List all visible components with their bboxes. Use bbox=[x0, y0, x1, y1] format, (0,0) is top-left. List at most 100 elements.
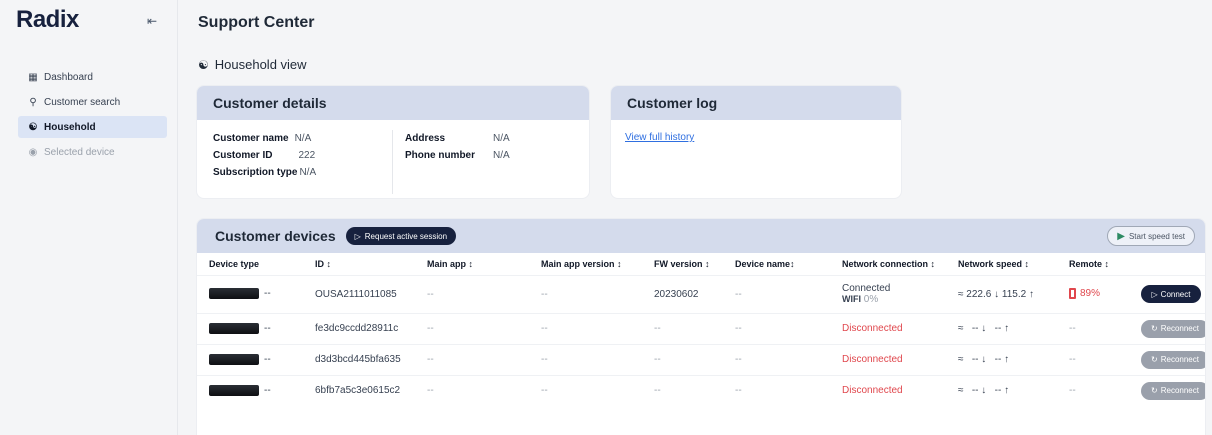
arrow-down-icon: ↓ bbox=[978, 385, 992, 397]
wifi-icon: ≈ bbox=[958, 385, 964, 397]
col-main-app[interactable]: Main app ↕ bbox=[415, 253, 529, 275]
sidebar-item-label: Customer search bbox=[44, 96, 121, 108]
network-connection-cell: Connected WIFI 0% bbox=[830, 274, 946, 313]
main-app-version-cell: -- bbox=[529, 312, 642, 344]
fw-version-cell: -- bbox=[642, 374, 723, 406]
phone-label: Phone number bbox=[405, 150, 476, 161]
main-content: Support Center ☯ Household view Customer… bbox=[178, 0, 1212, 435]
download-speed: -- bbox=[971, 323, 979, 334]
reconnect-label: Reconnect bbox=[1160, 386, 1199, 396]
customer-log-title: Customer log bbox=[611, 86, 901, 120]
request-active-session-button[interactable]: ▷ Request active session bbox=[345, 227, 457, 245]
main-app-version-cell: -- bbox=[529, 343, 642, 375]
wifi-icon: ≈ bbox=[958, 288, 964, 300]
address-row: Address N/A bbox=[405, 130, 510, 147]
device-icon: ◉ bbox=[28, 146, 38, 158]
start-speed-test-button[interactable]: ▶ Start speed test bbox=[1107, 226, 1195, 246]
col-network-speed[interactable]: Network speed ↕ bbox=[946, 253, 1057, 275]
refresh-icon: ↻ bbox=[1151, 355, 1158, 364]
set-top-box-image bbox=[209, 353, 259, 365]
col-device-name[interactable]: Device name↕ bbox=[723, 253, 830, 275]
main-app-version-cell: -- bbox=[529, 374, 642, 406]
network-speed-cell: ≈ -- ↓ -- ↑ bbox=[946, 312, 1057, 344]
customer-devices-title: Customer devices bbox=[215, 228, 336, 244]
device-name-cell: -- bbox=[723, 343, 830, 375]
play-icon: ▷ bbox=[354, 231, 361, 241]
radix-logo[interactable]: Radix bbox=[16, 6, 79, 34]
devices-table: Device type ID ↕ Main app ↕ Main app ver… bbox=[197, 253, 1205, 406]
network-speed-cell: ≈ -- ↓ -- ↑ bbox=[946, 374, 1057, 406]
col-id[interactable]: ID ↕ bbox=[303, 253, 415, 275]
table-row: -- OUSA2111011085 -- -- 20230602 -- Conn… bbox=[197, 274, 1205, 313]
page-title: Support Center bbox=[198, 14, 315, 31]
sidebar-item-label: Dashboard bbox=[44, 71, 93, 83]
refresh-icon: ↻ bbox=[1151, 324, 1158, 333]
view-full-history-link[interactable]: View full history bbox=[625, 132, 694, 143]
remote-cell: -- bbox=[1057, 374, 1129, 406]
fw-version-cell: 20230602 bbox=[642, 274, 723, 313]
device-id-cell: d3d3bcd445bfa635 bbox=[303, 343, 415, 375]
sidebar-nav: ▦ Dashboard ⚲ Customer search ☯ Househol… bbox=[18, 66, 167, 166]
col-fw-version[interactable]: FW version ↕ bbox=[642, 253, 723, 275]
download-speed: -- bbox=[971, 385, 979, 397]
arrow-up-icon: ↑ bbox=[1026, 288, 1034, 300]
reconnect-button[interactable]: ↻ Reconnect bbox=[1141, 319, 1205, 338]
device-type-cell: -- bbox=[197, 274, 303, 313]
col-network-connection[interactable]: Network connection ↕ bbox=[830, 253, 946, 275]
remote-cell: 89% bbox=[1057, 274, 1129, 313]
col-remote[interactable]: Remote ↕ bbox=[1057, 253, 1129, 275]
download-speed: 222.6 bbox=[966, 288, 992, 300]
section-title-text: Household view bbox=[214, 57, 307, 72]
arrow-up-icon: ↑ bbox=[1001, 354, 1010, 365]
device-name-cell: -- bbox=[723, 374, 830, 406]
remote-cell: -- bbox=[1057, 343, 1129, 375]
connection-status: Connected bbox=[842, 283, 891, 294]
device-type-text: -- bbox=[264, 354, 271, 366]
sidebar-item-customer-search[interactable]: ⚲ Customer search bbox=[18, 91, 167, 113]
reconnect-button[interactable]: ↻ Reconnect bbox=[1141, 350, 1205, 369]
customer-name-label: Customer name bbox=[213, 133, 289, 144]
set-top-box-image bbox=[209, 288, 259, 300]
reconnect-button[interactable]: ↻ Reconnect bbox=[1141, 381, 1205, 400]
sidebar-item-label: Household bbox=[44, 121, 96, 133]
sidebar-item-household[interactable]: ☯ Household bbox=[18, 116, 167, 138]
details-right-column: Address N/A Phone number N/A bbox=[393, 130, 510, 194]
reconnect-label: Reconnect bbox=[1160, 324, 1199, 333]
device-type-text: -- bbox=[264, 288, 271, 300]
action-cell: ↻ Reconnect bbox=[1129, 312, 1205, 344]
household-icon: ☯ bbox=[28, 121, 38, 133]
device-type-cell: -- bbox=[197, 374, 303, 406]
sidebar-item-dashboard[interactable]: ▦ Dashboard bbox=[18, 66, 167, 88]
customer-log-card: Customer log View full history bbox=[610, 85, 902, 199]
device-id-cell: fe3dc9ccdd28911c bbox=[303, 312, 415, 344]
sidebar-item-selected-device: ◉ Selected device bbox=[18, 141, 167, 163]
wifi-icon: ≈ bbox=[958, 354, 964, 365]
arrow-down-icon: ↓ bbox=[978, 354, 992, 365]
network-connection-cell: Disconnected bbox=[830, 374, 946, 406]
sidebar: Radix ⇤ ▦ Dashboard ⚲ Customer search ☯ … bbox=[0, 0, 178, 435]
device-name-cell: -- bbox=[723, 274, 830, 313]
collapse-sidebar-icon[interactable]: ⇤ bbox=[147, 14, 161, 28]
network-connection-cell: Disconnected bbox=[830, 343, 946, 375]
arrow-down-icon: ↓ bbox=[978, 323, 992, 334]
device-type-text: -- bbox=[264, 323, 271, 335]
network-speed-cell: ≈ -- ↓ -- ↑ bbox=[946, 343, 1057, 375]
device-type-cell: -- bbox=[197, 312, 303, 344]
customer-name-value: N/A bbox=[294, 133, 312, 144]
remote-battery: 89% bbox=[1080, 288, 1101, 300]
network-connection-cell: Disconnected bbox=[830, 312, 946, 344]
subscription-value: N/A bbox=[299, 167, 317, 178]
wifi-icon: ≈ bbox=[958, 323, 964, 334]
download-speed: -- bbox=[971, 354, 979, 365]
connect-button[interactable]: ▷ Connect bbox=[1141, 285, 1201, 303]
device-type-text: -- bbox=[264, 385, 271, 397]
customer-details-card: Customer details Customer name N/A Custo… bbox=[196, 85, 590, 199]
customer-id-value: 222 bbox=[298, 150, 316, 161]
action-cell: ↻ Reconnect bbox=[1129, 374, 1205, 406]
subscription-label: Subscription type bbox=[213, 167, 298, 178]
connection-type: WIFI bbox=[842, 294, 861, 304]
upload-speed: 115.2 bbox=[1001, 288, 1027, 300]
connection-sub: WIFI 0% bbox=[842, 294, 946, 305]
col-main-app-version[interactable]: Main app version ↕ bbox=[529, 253, 642, 275]
play-icon: ▷ bbox=[1151, 289, 1158, 299]
